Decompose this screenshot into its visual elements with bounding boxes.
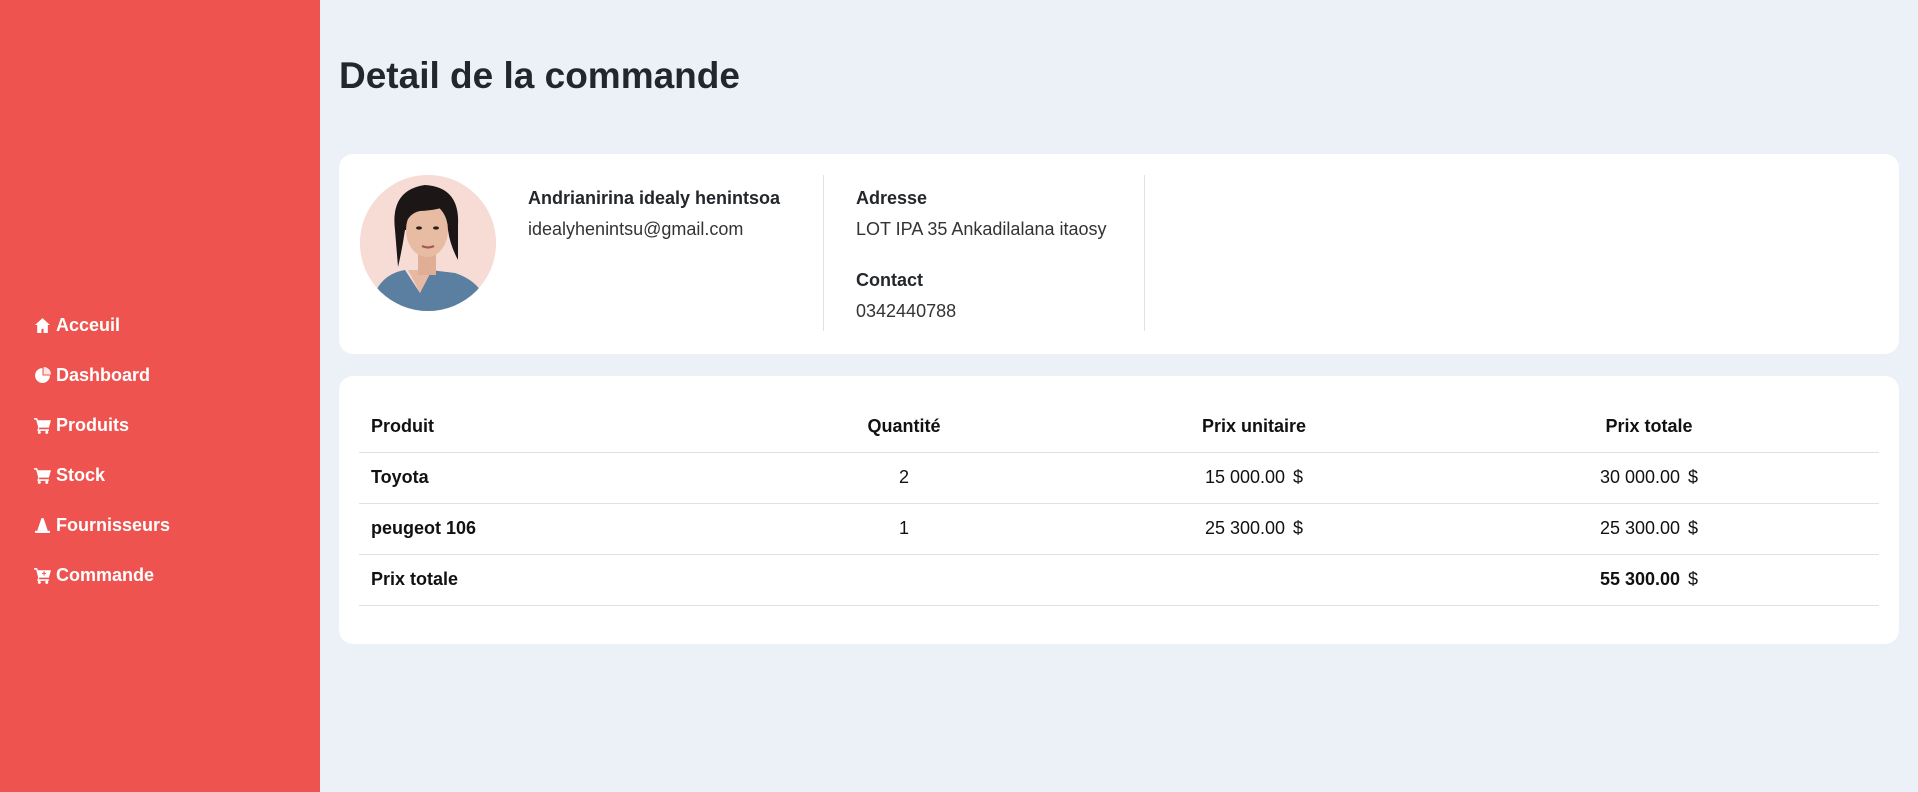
- total-row: Prix totale 55 300.00 $: [359, 554, 1879, 606]
- pie-chart-icon: [32, 365, 52, 385]
- cart-icon: [32, 465, 52, 485]
- currency: $: [1688, 518, 1699, 538]
- avatar: [360, 175, 496, 311]
- product-name: Toyota: [359, 452, 719, 504]
- row-total: 25 300.00: [1599, 518, 1681, 538]
- sidebar-item-produits[interactable]: Produits: [32, 400, 170, 450]
- contact-value: 0342440788: [856, 301, 957, 321]
- empty-cell: [1089, 554, 1419, 606]
- currency: $: [1688, 569, 1699, 589]
- grand-total: 55 300.00: [1599, 569, 1681, 589]
- address-label: Adresse: [856, 188, 928, 208]
- sidebar-item-stock[interactable]: Stock: [32, 450, 170, 500]
- client-email: idealyhenintsu@gmail.com: [528, 219, 744, 239]
- row-total-cell: 30 000.00 $: [1419, 452, 1879, 504]
- sidebar-item-label: Produits: [56, 414, 130, 435]
- row-total: 30 000.00: [1599, 467, 1681, 487]
- total-label: Prix totale: [359, 554, 719, 606]
- cart-plus-icon: [32, 565, 52, 585]
- order-table-card: Produit Quantité Prix unitaire Prix tota…: [339, 376, 1899, 644]
- table-row: Toyota 2 15 000.00 $ 30 000.00 $: [359, 452, 1879, 504]
- grand-total-cell: 55 300.00 $: [1419, 554, 1879, 606]
- sidebar-item-label: Stock: [56, 464, 106, 485]
- address-value: LOT IPA 35 Ankadilalana itaosy: [856, 219, 1107, 239]
- client-name: Andrianirina idealy henintsoa: [528, 188, 781, 208]
- divider: [823, 175, 824, 331]
- client-address-block: Adresse LOT IPA 35 Ankadilalana itaosy C…: [856, 188, 1107, 322]
- column-header-quantite: Quantité: [719, 402, 1089, 453]
- sidebar-item-dashboard[interactable]: Dashboard: [32, 350, 170, 400]
- table-row: peugeot 106 1 25 300.00 $ 25 300.00 $: [359, 503, 1879, 555]
- column-header-prix-totale: Prix totale: [1419, 402, 1879, 453]
- quantity: 1: [719, 503, 1089, 555]
- order-table: Produit Quantité Prix unitaire Prix tota…: [359, 402, 1879, 606]
- sidebar-item-acceuil[interactable]: Acceuil: [32, 300, 170, 350]
- column-header-prix-unitaire: Prix unitaire: [1089, 402, 1419, 453]
- sidebar-item-fournisseurs[interactable]: Fournisseurs: [32, 500, 170, 550]
- currency: $: [1688, 467, 1699, 487]
- unit-price: 15 000.00: [1204, 467, 1286, 487]
- sidebar-item-label: Dashboard: [56, 364, 151, 385]
- unit-price: 25 300.00: [1204, 518, 1286, 538]
- sidebar-item-label: Commande: [56, 564, 155, 585]
- row-total-cell: 25 300.00 $: [1419, 503, 1879, 555]
- client-card: Andrianirina idealy henintsoa idealyheni…: [339, 154, 1899, 354]
- sidebar: Acceuil Dashboard Produits Stock Fournis…: [0, 0, 320, 792]
- table-header-row: Produit Quantité Prix unitaire Prix tota…: [359, 402, 1879, 453]
- currency: $: [1293, 518, 1304, 538]
- page-title: Detail de la commande: [339, 55, 740, 96]
- sidebar-item-label: Fournisseurs: [56, 514, 171, 535]
- contact-label: Contact: [856, 270, 923, 290]
- sidebar-item-commande[interactable]: Commande: [32, 550, 170, 600]
- product-name: peugeot 106: [359, 503, 719, 555]
- sidebar-nav: Acceuil Dashboard Produits Stock Fournis…: [32, 300, 170, 600]
- unit-price-cell: 25 300.00 $: [1089, 503, 1419, 555]
- quantity: 2: [719, 452, 1089, 504]
- client-info: Andrianirina idealy henintsoa idealyheni…: [528, 188, 780, 240]
- cart-icon: [32, 415, 52, 435]
- sidebar-item-label: Acceuil: [56, 314, 121, 335]
- unit-price-cell: 15 000.00 $: [1089, 452, 1419, 504]
- divider: [1144, 175, 1145, 331]
- home-icon: [32, 315, 52, 335]
- currency: $: [1293, 467, 1304, 487]
- empty-cell: [719, 554, 1089, 606]
- column-header-produit: Produit: [359, 402, 719, 453]
- cone-icon: [32, 515, 52, 535]
